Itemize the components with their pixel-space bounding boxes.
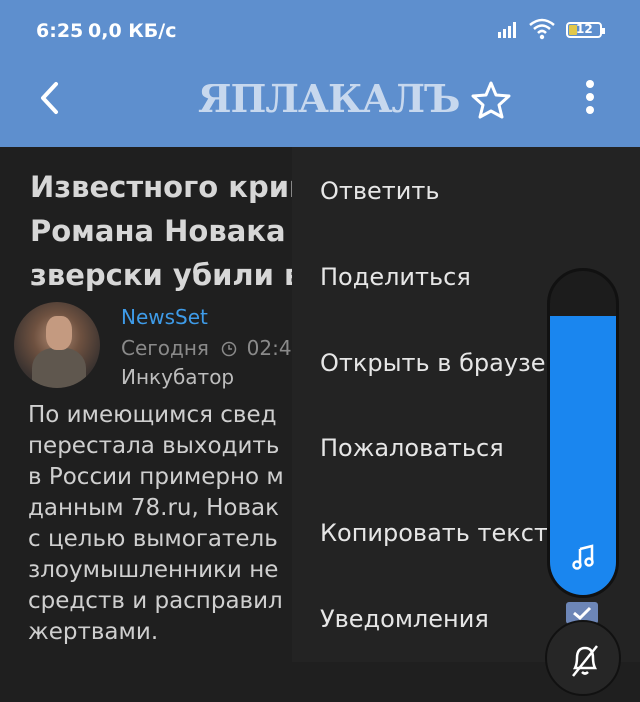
battery-percent: 12 (576, 22, 593, 36)
battery-tip (602, 28, 605, 34)
bell-off-icon (572, 645, 598, 677)
menu-item-reply[interactable]: Ответить (320, 177, 439, 205)
more-dot (586, 106, 594, 114)
more-dot (586, 93, 594, 101)
avatar-face (46, 316, 72, 350)
menu-item-notifications[interactable]: Уведомления (320, 605, 489, 633)
mute-button[interactable] (545, 620, 621, 696)
back-button[interactable] (32, 78, 72, 118)
menu-item-report[interactable]: Пожаловаться (320, 434, 504, 462)
post-date: Сегодня 02:40 (121, 336, 304, 360)
app-logo: ЯПЛАКАЛЪ (198, 76, 460, 121)
menu-item-share[interactable]: Поделиться (320, 263, 471, 291)
clock-icon (222, 341, 237, 357)
status-bar: 6:25 0,0 КБ/с 12 (0, 0, 640, 62)
post-date-label: Сегодня (121, 336, 209, 360)
status-network-speed: 0,0 КБ/с (88, 20, 177, 42)
top-app-bar: 6:25 0,0 КБ/с 12 ЯПЛАКАЛЪ (0, 0, 640, 147)
signal-icon (498, 20, 520, 42)
more-dot (586, 80, 594, 88)
star-icon (471, 81, 511, 119)
toolbar: ЯПЛАКАЛЪ (0, 62, 640, 147)
status-time: 6:25 (36, 20, 84, 42)
wifi-icon (528, 18, 556, 44)
avatar-body (32, 348, 86, 388)
avatar[interactable] (14, 302, 100, 388)
music-note-icon (569, 543, 599, 577)
volume-slider[interactable] (547, 268, 619, 598)
chevron-left-icon (41, 82, 58, 114)
author-name[interactable]: NewsSet (121, 305, 208, 329)
favorite-button[interactable] (470, 80, 512, 124)
section-name[interactable]: Инкубатор (121, 365, 234, 389)
menu-item-open-browser[interactable]: Открыть в браузере (320, 349, 576, 377)
menu-item-copy-text[interactable]: Копировать текст (320, 519, 548, 547)
more-options-button[interactable] (576, 76, 604, 120)
battery-icon: 12 (566, 22, 605, 38)
